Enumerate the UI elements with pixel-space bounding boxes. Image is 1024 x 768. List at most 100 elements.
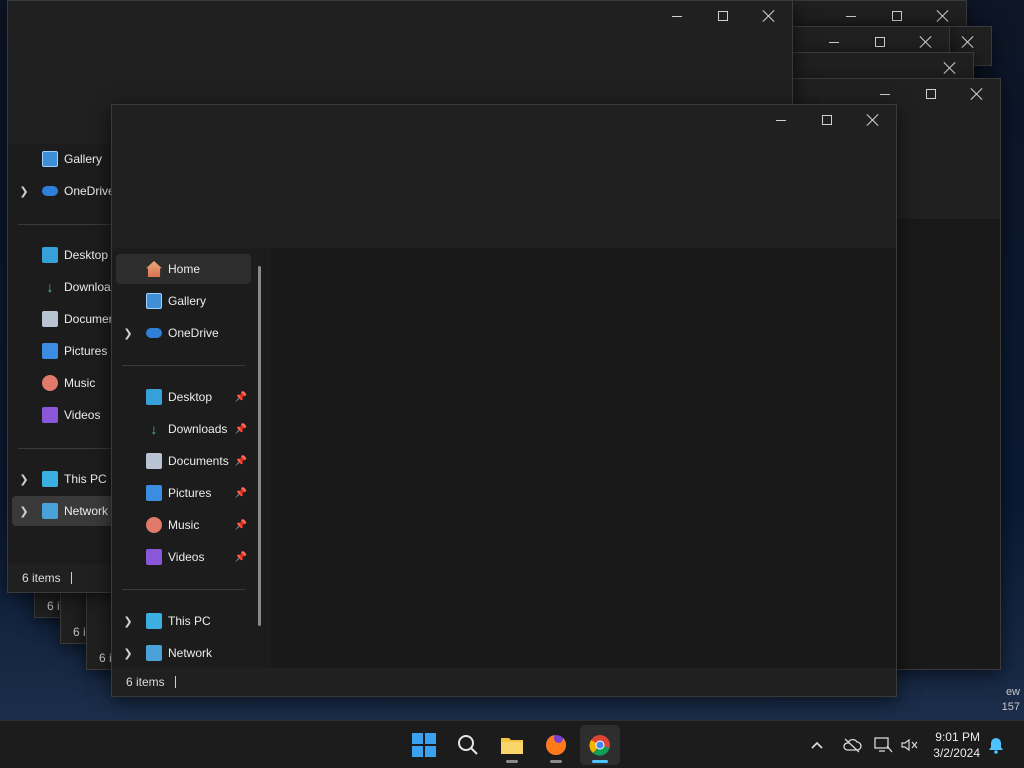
- status-separator: [70, 572, 72, 584]
- close-icon: [962, 36, 974, 48]
- minimize-icon: [880, 93, 890, 95]
- nav-item-label: Downloa: [64, 280, 111, 294]
- pin-icon[interactable]: 📌: [235, 456, 247, 467]
- bell-icon: [989, 738, 1003, 754]
- chevron-right-icon[interactable]: ❯: [116, 615, 140, 628]
- taskbar: 9:01 PM 3/2/2024: [0, 720, 1024, 768]
- nav-item-label: Pictures: [168, 486, 212, 500]
- file-list-area[interactable]: [271, 248, 896, 668]
- download-icon: ↓: [46, 279, 54, 295]
- running-indicator: [506, 760, 518, 763]
- desktop-icon: [42, 247, 58, 263]
- pin-icon[interactable]: 📌: [235, 488, 247, 499]
- nav-item-videos[interactable]: Videos 📌: [116, 542, 251, 572]
- file-explorer-button[interactable]: [492, 725, 532, 765]
- maximize-button[interactable]: [804, 105, 850, 135]
- cloud-offline-icon: [843, 738, 862, 753]
- chevron-up-icon: [811, 741, 823, 749]
- minimize-button[interactable]: [654, 1, 700, 31]
- nav-item-label: This PC: [64, 472, 107, 486]
- pin-icon[interactable]: 📌: [235, 392, 247, 403]
- firefox-button[interactable]: [536, 725, 576, 765]
- nav-item-documents[interactable]: Documents 📌: [116, 446, 251, 476]
- desktop-icon: [146, 389, 162, 405]
- minimize-icon: [829, 41, 839, 43]
- close-button[interactable]: [850, 105, 896, 135]
- chrome-button[interactable]: [580, 725, 620, 765]
- pin-icon[interactable]: 📌: [235, 552, 247, 563]
- network-tray-button[interactable]: [873, 721, 893, 768]
- desktop-text: 157: [1001, 701, 1020, 713]
- maximize-icon: [822, 115, 832, 125]
- close-icon: [867, 114, 879, 126]
- chevron-right-icon[interactable]: ❯: [12, 473, 36, 486]
- chevron-right-icon[interactable]: ❯: [12, 505, 36, 518]
- system-clock[interactable]: 9:01 PM 3/2/2024: [933, 729, 980, 761]
- chevron-right-icon[interactable]: ❯: [12, 185, 36, 198]
- nav-item-home[interactable]: Home: [116, 254, 251, 284]
- music-icon: [42, 375, 58, 391]
- volume-muted-icon: [901, 738, 918, 752]
- window-caption-buttons: [758, 105, 896, 135]
- nav-item-label: Documents: [168, 454, 229, 468]
- nav-item-gallery[interactable]: Gallery: [116, 286, 251, 316]
- videos-icon: [42, 407, 58, 423]
- start-icon: [412, 733, 436, 757]
- nav-item-label: Pictures: [64, 344, 108, 358]
- nav-item-pictures[interactable]: Pictures 📌: [116, 478, 251, 508]
- nav-item-label: Gallery: [168, 294, 207, 308]
- notifications-button[interactable]: [988, 721, 1004, 768]
- nav-divider: [122, 589, 245, 590]
- gallery-icon: [42, 151, 58, 167]
- nav-item-this-pc[interactable]: ❯ This PC: [116, 606, 251, 636]
- desktop-text: ew: [1005, 686, 1020, 698]
- pc-icon: [42, 471, 58, 487]
- status-bar: 6 items: [112, 668, 896, 696]
- tray-overflow-button[interactable]: [810, 721, 824, 768]
- explorer-window-front[interactable]: Home Gallery ❯ OneDrive Desktop 📌 ↓ Down…: [111, 104, 897, 697]
- network-status-icon: [874, 737, 893, 753]
- window-caption-buttons: [654, 1, 792, 31]
- cloud-icon: [146, 328, 162, 338]
- nav-divider: [18, 448, 112, 449]
- nav-divider: [122, 365, 245, 366]
- start-button[interactable]: [404, 725, 444, 765]
- gallery-icon: [146, 293, 162, 309]
- close-button[interactable]: [746, 1, 792, 31]
- minimize-icon: [672, 15, 682, 17]
- maximize-icon: [718, 11, 728, 21]
- status-text: 6 i: [73, 625, 86, 639]
- close-icon: [937, 10, 949, 22]
- document-icon: [146, 453, 162, 469]
- chevron-right-icon[interactable]: ❯: [116, 647, 140, 660]
- minimize-button[interactable]: [758, 105, 804, 135]
- nav-item-label: Videos: [168, 550, 205, 564]
- videos-icon: [146, 549, 162, 565]
- pc-icon: [146, 613, 162, 629]
- volume-tray-button[interactable]: [900, 721, 918, 768]
- nav-item-desktop[interactable]: Desktop 📌: [116, 382, 251, 412]
- pin-icon[interactable]: 📌: [235, 424, 247, 435]
- onedrive-tray-button[interactable]: [842, 721, 862, 768]
- nav-item-network[interactable]: ❯ Network: [116, 638, 251, 668]
- nav-item-label: Documer: [64, 312, 113, 326]
- status-separator: [174, 676, 176, 688]
- maximize-icon: [875, 37, 885, 47]
- nav-item-onedrive[interactable]: ❯ OneDrive: [116, 318, 251, 348]
- minimize-icon: [846, 15, 856, 17]
- navigation-pane[interactable]: Home Gallery ❯ OneDrive Desktop 📌 ↓ Down…: [112, 248, 271, 668]
- maximize-button[interactable]: [700, 1, 746, 31]
- nav-item-downloads[interactable]: ↓ Downloads 📌: [116, 414, 251, 444]
- pin-icon[interactable]: 📌: [235, 520, 247, 531]
- nav-item-label: Music: [64, 376, 96, 390]
- nav-item-music[interactable]: Music 📌: [116, 510, 251, 540]
- chevron-right-icon[interactable]: ❯: [116, 327, 140, 340]
- close-button[interactable]: [954, 79, 1000, 109]
- maximize-button[interactable]: [908, 79, 954, 109]
- chrome-icon: [589, 735, 610, 756]
- document-icon: [42, 311, 58, 327]
- item-count: 6 items: [22, 571, 61, 585]
- nav-scrollbar[interactable]: [258, 266, 261, 626]
- search-button[interactable]: [448, 725, 488, 765]
- nav-item-label: Network: [168, 646, 213, 660]
